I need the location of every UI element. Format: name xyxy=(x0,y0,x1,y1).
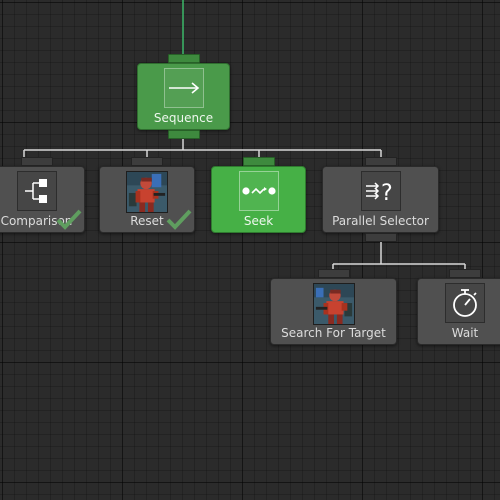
stopwatch-icon xyxy=(445,283,485,323)
seek-label: Seek xyxy=(243,214,274,228)
search-for-target-label: Search For Target xyxy=(281,326,386,340)
output-port[interactable] xyxy=(167,130,200,139)
input-port[interactable] xyxy=(20,157,53,166)
checkmark-icon xyxy=(56,209,82,230)
sequence-node[interactable]: Sequence xyxy=(137,54,230,139)
svg-text:?: ? xyxy=(381,181,393,205)
arrow-right-icon xyxy=(163,68,204,108)
soldier-avatar xyxy=(126,171,168,213)
seek-node[interactable]: Seek xyxy=(211,157,306,233)
output-port[interactable] xyxy=(364,233,397,242)
soldier-avatar xyxy=(312,283,355,325)
checkmark-icon xyxy=(166,209,192,230)
wait-node[interactable]: Wait xyxy=(417,269,500,345)
sequence-label: Sequence xyxy=(153,111,214,125)
parallel-selector-node[interactable]: ? Parallel Selector xyxy=(322,157,439,242)
reset-node[interactable]: Reset xyxy=(99,157,195,233)
input-port[interactable] xyxy=(364,157,397,166)
parallel-selector-label: Parallel Selector xyxy=(332,214,429,228)
input-port[interactable] xyxy=(317,269,350,278)
search-for-target-node[interactable]: Search For Target xyxy=(270,269,397,345)
input-port[interactable] xyxy=(449,269,481,278)
path-dots-icon xyxy=(238,171,279,211)
parallel-selector-icon: ? xyxy=(360,171,401,211)
input-port[interactable] xyxy=(242,157,275,166)
branch-icon xyxy=(16,171,57,211)
connection-lines xyxy=(23,0,466,272)
wait-label: Wait xyxy=(451,326,479,340)
comparison-node[interactable]: Comparison xyxy=(0,157,85,233)
behavior-tree-canvas[interactable]: Sequence Comparison Reset Seek ? Paralle… xyxy=(0,0,500,500)
input-port[interactable] xyxy=(131,157,163,166)
input-port[interactable] xyxy=(167,54,200,63)
